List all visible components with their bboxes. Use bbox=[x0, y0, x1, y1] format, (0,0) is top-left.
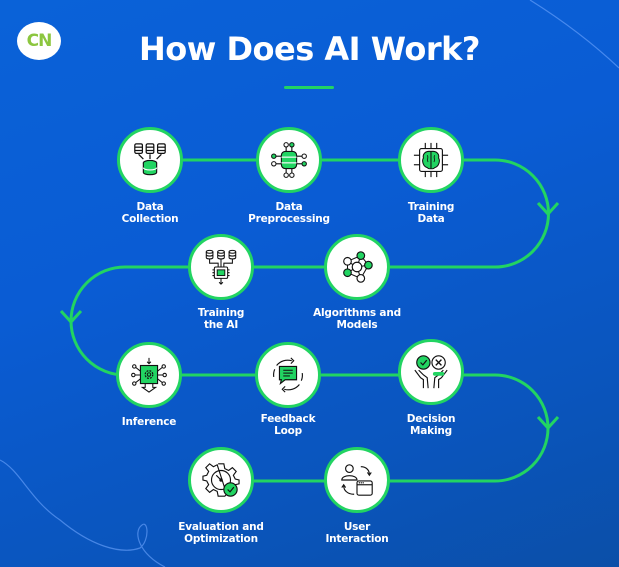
user-window-cycle-icon bbox=[341, 464, 373, 496]
infographic-canvas: CN How Does AI Work? Data Collection Dat… bbox=[0, 0, 619, 567]
database-network-icon bbox=[271, 142, 307, 178]
step-decision-making bbox=[398, 339, 464, 405]
step-inference bbox=[116, 342, 182, 408]
hands-check-cross-icon bbox=[414, 355, 448, 389]
label-feedback-loop: Feedback Loop bbox=[260, 413, 316, 437]
chat-cycle-icon bbox=[273, 357, 303, 393]
step-feedback-loop bbox=[255, 342, 321, 408]
title-underline bbox=[284, 86, 334, 89]
label-training-the-ai: Training the AI bbox=[197, 307, 245, 331]
label-decision-making: Decision Making bbox=[406, 413, 456, 437]
label-inference: Inference bbox=[121, 416, 177, 428]
brain-chip-icon bbox=[413, 142, 449, 178]
label-training-data: Training Data bbox=[407, 201, 455, 225]
processor-gear-icon bbox=[131, 357, 167, 393]
step-training-the-ai bbox=[188, 234, 254, 300]
label-data-preprocessing: Data Preprocessing bbox=[248, 201, 330, 225]
label-data-collection: Data Collection bbox=[121, 201, 179, 225]
chip-databases-icon bbox=[205, 249, 237, 285]
step-data-collection bbox=[117, 127, 183, 193]
step-algorithms-and-models bbox=[324, 234, 390, 300]
step-evaluation-and-optimization bbox=[188, 447, 254, 513]
label-evaluation-and-optimization: Evaluation and Optimization bbox=[178, 521, 264, 545]
page-title: How Does AI Work? bbox=[139, 30, 480, 68]
step-data-preprocessing bbox=[256, 127, 322, 193]
label-algorithms-and-models: Algorithms and Models bbox=[313, 307, 401, 331]
label-user-interaction: User Interaction bbox=[325, 521, 389, 545]
neural-network-icon bbox=[343, 251, 373, 283]
step-training-data bbox=[398, 127, 464, 193]
database-collection-icon bbox=[134, 143, 166, 176]
step-user-interaction bbox=[324, 447, 390, 513]
gear-gauge-check-icon bbox=[202, 463, 240, 497]
